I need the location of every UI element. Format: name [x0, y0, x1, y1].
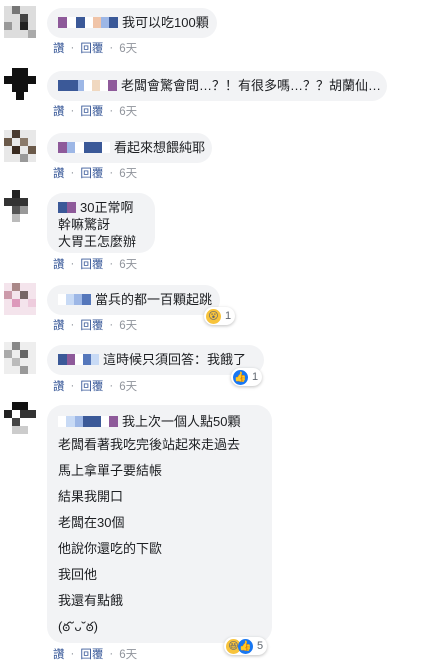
reply-link[interactable]: 回覆: [80, 256, 103, 272]
redacted-name[interactable]: [58, 354, 99, 365]
avatar[interactable]: [4, 6, 36, 38]
comment-text-line: 老闆看著我吃完後站起來走過去: [58, 437, 241, 452]
comment-actions: 讚 · 回覆 · 6天: [53, 103, 138, 119]
comment-text-line: 他說你還吃的下歐: [58, 541, 163, 556]
timestamp[interactable]: 6天: [119, 165, 137, 181]
comment-actions: 讚 · 回覆 · 6天: [53, 165, 138, 181]
timestamp[interactable]: 6天: [119, 317, 137, 333]
reply-link[interactable]: 回覆: [80, 378, 103, 394]
reply-link[interactable]: 回覆: [80, 40, 103, 56]
avatar[interactable]: [4, 342, 36, 374]
avatar[interactable]: [4, 402, 36, 434]
reaction-count: 1: [225, 310, 232, 322]
comment-text-line: 大胃王怎麼辦: [58, 234, 137, 249]
comment-actions: 讚 · 回覆 · 6天: [53, 378, 138, 394]
avatar[interactable]: [4, 283, 36, 315]
reaction-count: 5: [257, 640, 264, 652]
redacted-name[interactable]: [58, 80, 117, 91]
comment-text: 這時候只須回答：我餓了: [103, 352, 247, 367]
reaction-count: 1: [252, 371, 259, 383]
reaction-summary[interactable]: 😮 1: [204, 307, 236, 325]
comment-text: 當兵的都一百顆起跳: [95, 292, 213, 307]
like-link[interactable]: 讚: [53, 40, 65, 56]
reply-link[interactable]: 回覆: [80, 165, 103, 181]
comment-text: 我上次一個人點50顆: [122, 414, 241, 429]
wow-emoji-icon: 😮: [206, 308, 221, 324]
like-link[interactable]: 讚: [53, 378, 65, 394]
reaction-summary[interactable]: 👍 1: [231, 368, 263, 386]
like-link[interactable]: 讚: [53, 256, 65, 272]
redacted-name[interactable]: [58, 202, 76, 213]
avatar[interactable]: [4, 68, 36, 100]
redacted-name[interactable]: [58, 142, 110, 153]
timestamp[interactable]: 6天: [119, 378, 137, 394]
comment-bubble: 看起來想餵純耶: [47, 133, 212, 163]
like-link[interactable]: 讚: [53, 165, 65, 181]
like-emoji-icon: 👍: [238, 638, 253, 654]
reaction-summary[interactable]: 😆 👍 5: [224, 637, 268, 655]
comment-bubble: 當兵的都一百顆起跳: [47, 285, 220, 315]
comment-text: 30正常啊: [80, 200, 134, 215]
reply-link[interactable]: 回覆: [80, 103, 103, 119]
comment-text-line: 幹嘛驚訝: [58, 217, 111, 232]
comment-text: 看起來想餵純耶: [114, 140, 206, 155]
comment-text: 我可以吃100顆: [122, 15, 209, 30]
avatar[interactable]: [4, 130, 36, 162]
comment-text-line: 我回他: [58, 567, 98, 582]
like-emoji-icon: 👍: [233, 369, 248, 385]
redacted-name[interactable]: [58, 17, 118, 28]
comment-bubble: 這時候只須回答：我餓了: [47, 345, 264, 375]
comment-actions: 讚 · 回覆 · 6天: [53, 40, 138, 56]
comment-text-line: 結果我開口: [58, 489, 124, 504]
comment-bubble: 老闆會驚會問…？！有很多嗎…？？胡蘭仙…: [47, 71, 387, 101]
comment-bubble: 我可以吃100顆: [47, 8, 217, 38]
timestamp[interactable]: 6天: [119, 103, 137, 119]
comment-text-line: 老闆在30個: [58, 515, 125, 530]
comment-bubble: 30正常啊 幹嘛驚訝 大胃王怎麼辦: [47, 193, 155, 253]
comment-text-line: 馬上拿單子要結帳: [58, 463, 163, 478]
timestamp[interactable]: 6天: [119, 256, 137, 272]
like-link[interactable]: 讚: [53, 103, 65, 119]
timestamp[interactable]: 6天: [119, 40, 137, 56]
comment-bubble: 我上次一個人點50顆 老闆看著我吃完後站起來走過去 馬上拿單子要結帳 結果我開口…: [47, 405, 272, 643]
comment-actions: 讚 · 回覆 · 6天: [53, 256, 138, 272]
reply-link[interactable]: 回覆: [80, 317, 103, 333]
redacted-name[interactable]: [58, 294, 91, 305]
comment-text-line: 我還有點餓: [58, 593, 124, 608]
redacted-name[interactable]: [58, 416, 118, 427]
avatar[interactable]: [4, 190, 36, 222]
comment-text: 老闆會驚會問…？！有很多嗎…？？胡蘭仙…: [121, 78, 382, 93]
comment-actions: 讚 · 回覆 · 6天: [53, 317, 138, 333]
like-link[interactable]: 讚: [53, 317, 65, 333]
comment-text-line: (ఠ˘ᴗ˘ఠ): [58, 619, 98, 634]
